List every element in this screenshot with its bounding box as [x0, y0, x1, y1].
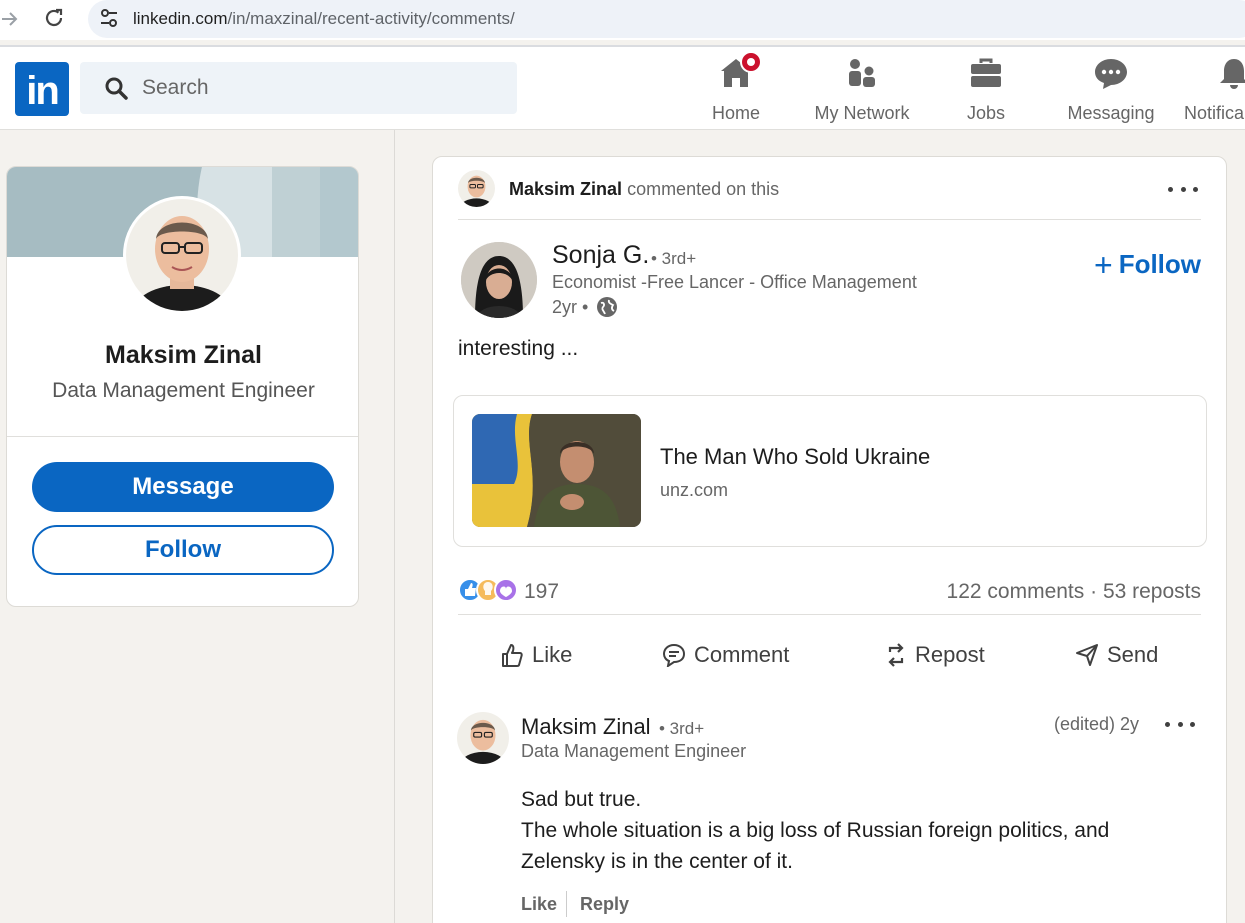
nav-messaging-label: Messaging — [1067, 103, 1155, 123]
linkedin-logo[interactable]: in — [15, 62, 69, 116]
context-name[interactable]: Maksim Zinal — [509, 179, 622, 199]
nav-notifications[interactable]: Notifica — [1184, 55, 1245, 125]
comment-author-degree: • 3rd+ — [659, 719, 705, 738]
url-text[interactable]: linkedin.com/in/maxzinal/recent-activity… — [133, 9, 515, 29]
post-time: 2yr • — [552, 297, 589, 317]
comment-body: Sad but true. The whole situation is a b… — [521, 784, 1191, 877]
follow-author-button[interactable]: + Follow — [1094, 246, 1202, 283]
comment-like-button[interactable]: Like — [521, 894, 557, 915]
repost-button[interactable]: Repost — [885, 635, 985, 675]
context-avatar[interactable] — [458, 170, 495, 207]
nav-jobs-label: Jobs — [966, 103, 1006, 123]
comment-more-button[interactable] — [1165, 714, 1195, 734]
article-title[interactable]: The Man Who Sold Ukraine — [660, 444, 930, 470]
my-network-icon — [844, 55, 880, 91]
repost-label: Repost — [915, 642, 985, 667]
author-name[interactable]: Sonja G. — [552, 241, 649, 270]
author-headline: Economist -Free Lancer - Office Manageme… — [552, 272, 917, 292]
forward-icon[interactable] — [0, 8, 20, 30]
comment-time: (edited) 2y — [1054, 714, 1140, 734]
profile-name[interactable]: Maksim Zinal — [7, 341, 358, 370]
author-degree: • 3rd+ — [651, 249, 697, 268]
search-icon — [104, 76, 128, 100]
notification-badge — [740, 51, 762, 73]
browser-toolbar: linkedin.com/in/maxzinal/recent-activity… — [0, 0, 1245, 40]
nav-home[interactable]: Home — [708, 51, 764, 125]
profile-divider — [7, 436, 358, 437]
plus-icon: + — [1094, 246, 1113, 283]
post-more-button[interactable] — [1168, 179, 1198, 199]
context-action: commented on this — [627, 179, 780, 199]
search-box[interactable] — [80, 62, 517, 114]
nav-notifications-label: Notifica — [1184, 103, 1245, 123]
reaction-icons[interactable] — [458, 577, 520, 603]
comment-icon — [662, 643, 686, 667]
comment-button[interactable]: Comment — [662, 635, 789, 675]
profile-headline: Data Management Engineer — [52, 379, 315, 402]
url-host: linkedin.com — [133, 9, 228, 28]
post-card: Maksim Zinal commented on this Sonja G. … — [432, 156, 1227, 923]
comment-author-headline: Data Management Engineer — [521, 741, 747, 761]
like-icon — [502, 644, 523, 667]
messaging-icon — [1093, 55, 1129, 91]
nav-home-label: Home — [711, 103, 760, 123]
comment-line: The whole situation is a big loss of Rus… — [521, 819, 1110, 842]
like-button[interactable]: Like — [500, 635, 572, 675]
context-divider — [458, 219, 1201, 220]
nav-my-network-label: My Network — [814, 103, 910, 123]
jobs-icon — [968, 55, 1004, 91]
comment-author-name[interactable]: Maksim Zinal — [521, 714, 651, 740]
like-label: Like — [532, 642, 573, 667]
reload-icon[interactable] — [42, 6, 66, 30]
engagement-divider — [458, 614, 1201, 615]
article-preview[interactable]: The Man Who Sold Ukraine unz.com — [453, 395, 1207, 547]
article-source: unz.com — [660, 480, 729, 500]
comment-author-avatar[interactable] — [457, 712, 509, 764]
post-text: interesting ... — [458, 337, 579, 360]
profile-card: Maksim Zinal Data Management Engineer Me… — [6, 166, 359, 607]
nav-messaging[interactable]: Messaging — [1064, 55, 1158, 125]
profile-avatar[interactable] — [123, 196, 241, 314]
comment-line: Sad but true. — [521, 788, 642, 811]
author-avatar[interactable] — [461, 242, 537, 318]
activity-context: Maksim Zinal commented on this — [509, 179, 779, 200]
reaction-count[interactable]: 197 — [524, 580, 559, 604]
send-label: Send — [1107, 642, 1159, 667]
top-nav: in Home My Network Jobs Messaging — [0, 47, 1245, 130]
site-settings-icon[interactable] — [99, 8, 119, 28]
follow-button[interactable]: Follow — [32, 525, 334, 575]
home-icon — [718, 51, 762, 91]
search-input[interactable] — [142, 72, 502, 104]
repost-icon — [888, 643, 904, 667]
send-button[interactable]: Send — [1075, 635, 1158, 675]
globe-icon — [596, 296, 618, 318]
nav-jobs[interactable]: Jobs — [962, 55, 1010, 125]
comment-line: Zelensky is in the center of it. — [521, 850, 793, 873]
article-thumbnail[interactable] — [472, 414, 641, 527]
send-icon — [1076, 644, 1098, 666]
comment-label: Comment — [694, 642, 790, 667]
comment-reply-button[interactable]: Reply — [580, 894, 629, 915]
follow-author-label: Follow — [1118, 249, 1202, 279]
comment-actions-divider — [566, 891, 567, 917]
comments-count[interactable]: 122 comments — [947, 580, 1085, 603]
message-button[interactable]: Message — [32, 462, 334, 512]
engagement-stats: 122 comments · 53 reposts — [946, 580, 1201, 603]
column-divider — [394, 130, 395, 923]
nav-my-network[interactable]: My Network — [808, 55, 916, 125]
url-path: /in/maxzinal/recent-activity/comments/ — [227, 9, 515, 28]
reposts-count[interactable]: 53 reposts — [1103, 580, 1201, 603]
notifications-icon — [1216, 55, 1245, 91]
